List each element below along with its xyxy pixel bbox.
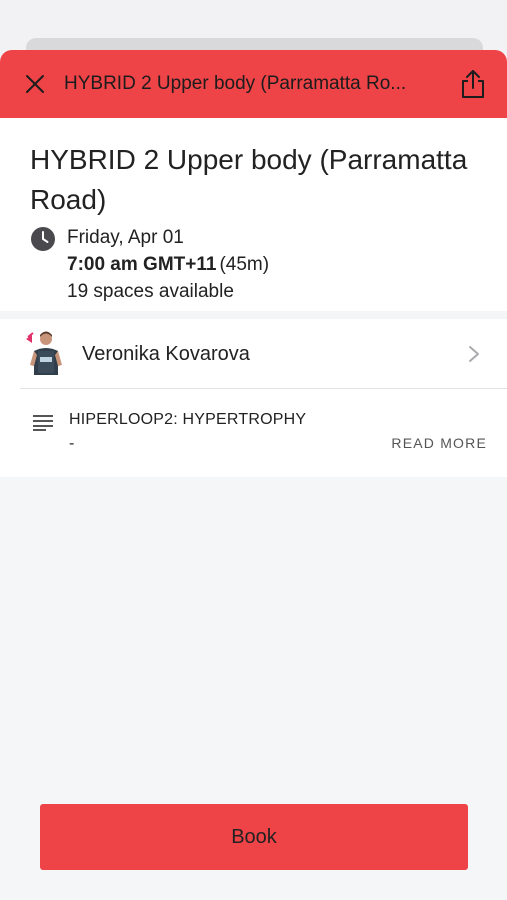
close-icon — [26, 75, 44, 93]
header-title: HYBRID 2 Upper body (Parramatta Ro... — [64, 73, 407, 94]
close-button[interactable] — [22, 71, 48, 97]
description-text: - — [69, 435, 75, 452]
class-time-row: 7:00 am GMT+11 (45m) — [67, 251, 269, 278]
instructor-name: Veronika Kovarova — [82, 342, 250, 365]
read-more-link[interactable]: READ MORE — [391, 435, 487, 453]
instructor-avatar — [24, 329, 64, 379]
class-meta: Friday, Apr 01 7:00 am GMT+11 (45m) 19 sp… — [30, 224, 477, 305]
book-button[interactable]: Book — [40, 804, 468, 870]
class-duration: (45m) — [219, 254, 270, 275]
description-section: HIPERLOOP2: HYPERTROPHY - READ MORE — [0, 389, 507, 477]
class-date: Friday, Apr 01 — [67, 227, 184, 248]
description-title: HIPERLOOP2: HYPERTROPHY — [69, 411, 307, 428]
description-icon — [33, 415, 53, 431]
class-title: HYBRID 2 Upper body (Parramatta Road) — [30, 144, 468, 215]
share-button[interactable] — [453, 64, 493, 104]
share-icon — [462, 70, 484, 98]
instructor-row[interactable]: Veronika Kovarova — [0, 319, 507, 389]
section-divider — [0, 311, 507, 319]
class-time: 7:00 am GMT+11 — [67, 254, 217, 275]
class-info: HYBRID 2 Upper body (Parramatta Road) Fr… — [0, 118, 507, 311]
clock-icon — [31, 227, 55, 251]
spaces-available: 19 spaces available — [67, 281, 234, 302]
chevron-right-icon — [469, 346, 479, 362]
modal-header: HYBRID 2 Upper body (Parramatta Ro... — [0, 50, 507, 118]
class-detail-modal: HYBRID 2 Upper body (Parramatta Ro... HY… — [0, 50, 507, 900]
